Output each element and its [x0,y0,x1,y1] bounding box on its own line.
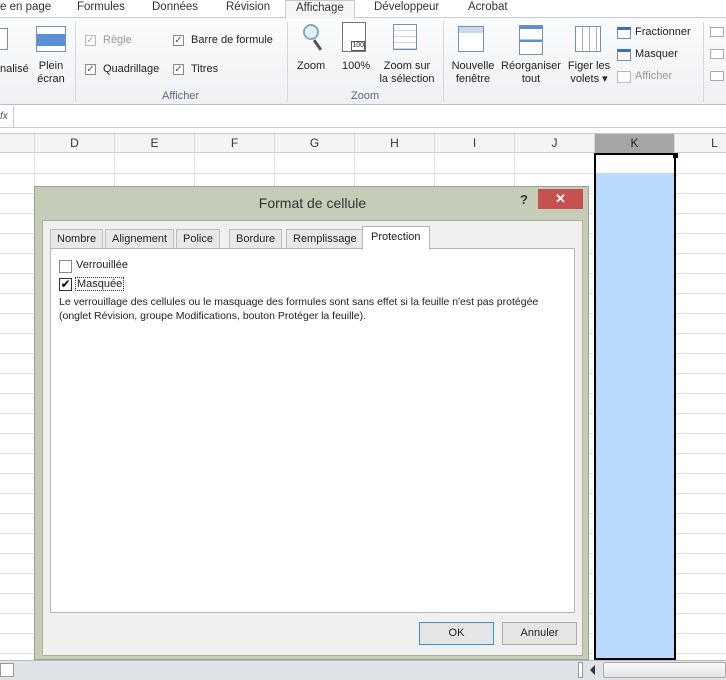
unhide-window-icon [617,71,631,83]
regle-label: Règle [103,34,132,46]
arrange-all-label-2: tout [521,73,541,85]
full-screen-label-1: Plein [38,60,64,72]
ok-button[interactable]: OK [419,622,494,645]
quadrillage-label: Quadrillage [103,63,160,75]
fill-handle[interactable] [673,153,678,158]
arrange-all-icon [519,25,543,55]
tab-developpeur[interactable]: Développeur [374,0,439,18]
column-header-i[interactable]: I [434,134,514,153]
barre-formule-checkbox[interactable]: ✓ [173,35,184,46]
masquee-checkbox[interactable]: ✔ [59,278,72,291]
column-headers: D E F G H I J K L [0,133,726,153]
full-screen-icon [36,26,66,52]
quadrillage-checkbox[interactable]: ✓ [85,64,96,75]
sync-scroll-icon[interactable] [710,49,724,59]
hide-window-icon [617,49,631,61]
afficher-group-label: Afficher [162,90,200,102]
selected-column-k[interactable] [594,153,676,660]
freeze-panes-label-2: volets ▾ [570,73,608,85]
split-icon [617,27,631,39]
protection-panel: Verrouillée ✔ Masquée Le verrouillage de… [50,248,575,613]
fx-icon[interactable]: fx [0,106,14,128]
dialog-title: Format de cellule [258,195,367,211]
barre-formule-label: Barre de formule [191,34,273,46]
magnifier-handle-icon [312,39,323,51]
full-screen-label-2: écran [37,73,65,85]
zoom-100-button[interactable]: 100% [342,60,370,73]
page-100-icon-text: 100 [351,41,365,51]
new-window-button[interactable]: Nouvelle fenêtre [448,60,498,86]
close-button[interactable]: ✕ [538,189,583,209]
unhide-window-button[interactable]: Afficher [635,70,672,82]
arrange-all-label-1: Réorganiser [501,60,561,72]
column-header-d[interactable]: D [34,134,114,153]
column-header-f[interactable]: F [194,134,274,153]
column-header-k[interactable]: K [594,134,674,153]
regle-checkbox[interactable]: ✓ [85,35,96,46]
tab-alignement[interactable]: Alignement [105,229,175,249]
cancel-button[interactable]: Annuler [502,622,577,645]
column-header-g[interactable]: G [274,134,354,153]
tab-remplissage[interactable]: Remplissage [286,229,364,249]
column-header-j[interactable]: J [514,134,594,153]
ribbon: nalisé Plein écran ✓ Règle ✓ Barre de fo… [0,18,726,105]
reset-position-icon[interactable] [710,71,724,81]
dialog-body: Nombre Alignement Police Bordure Remplis… [42,220,583,656]
protection-note-line-2: (onglet Révision, groupe Modifications, … [59,310,367,322]
column-header-e[interactable]: E [114,134,194,153]
page-layout-icon [0,28,8,50]
tab-formules[interactable]: Formules [77,0,125,18]
page-100-icon: 100 [342,22,366,52]
tab-nombre[interactable]: Nombre [50,229,104,249]
sheet-tab-bar [0,660,726,680]
tab-protection[interactable]: Protection [362,226,430,250]
tab-bordure[interactable]: Bordure [229,229,283,249]
zoom-button[interactable]: Zoom [297,60,325,73]
verrouillee-checkbox[interactable] [59,260,72,273]
new-window-label-2: fenêtre [455,73,491,85]
verrouillee-label: Verrouillée [76,259,128,271]
magnifier-icon [303,24,319,40]
tab-donnees[interactable]: Données [152,0,198,18]
freeze-panes-button[interactable]: Figer les volets ▾ [565,60,613,86]
column-header-h[interactable]: H [354,134,434,153]
insert-sheet-icon[interactable] [0,663,14,677]
new-window-label-1: Nouvelle [451,60,495,72]
zoom-selection-label-1: Zoom sur [383,60,431,72]
titres-checkbox[interactable]: ✓ [173,64,184,75]
side-by-side-icon[interactable] [710,27,724,37]
column-header-l[interactable]: L [674,134,726,153]
tab-acrobat[interactable]: Acrobat [468,0,508,18]
zoom-selection-label-2: la sélection [379,73,435,85]
hide-window-button[interactable]: Masquer [635,48,678,60]
scroll-left-icon[interactable] [590,665,595,675]
formula-input[interactable] [0,106,726,128]
full-screen-button[interactable]: Plein écran [34,60,68,86]
zoom-group-label: Zoom [351,90,380,102]
help-button[interactable]: ? [520,192,528,207]
tab-revision[interactable]: Révision [226,0,270,18]
zoom-selection-button[interactable]: Zoom sur la sélection [376,60,438,86]
tab-affichage[interactable]: Affichage [285,0,355,19]
split-button[interactable]: Fractionner [635,26,691,38]
new-window-icon [458,26,484,52]
titres-label: Titres [191,63,219,75]
tab-mise-en-page[interactable]: e en page [0,0,51,18]
ribbon-tab-bar: e en page Formules Données Révision Affi… [0,0,726,19]
freeze-panes-icon [575,26,601,52]
protection-note-line-1: Le verrouillage des cellules ou le masqu… [59,296,539,308]
freeze-panes-label-1: Figer les [567,60,611,72]
zoom-selection-icon [393,24,417,50]
format-cell-dialog: Format de cellule ? ✕ Nombre Alignement … [34,186,589,660]
horizontal-scrollbar-thumb[interactable] [603,662,726,678]
custom-view-button[interactable]: nalisé [0,63,29,76]
masquee-label: Masquée [75,277,125,291]
split-box-handle[interactable] [578,662,583,678]
tab-police[interactable]: Police [176,229,220,249]
arrange-all-button[interactable]: Réorganiser tout [499,60,563,86]
